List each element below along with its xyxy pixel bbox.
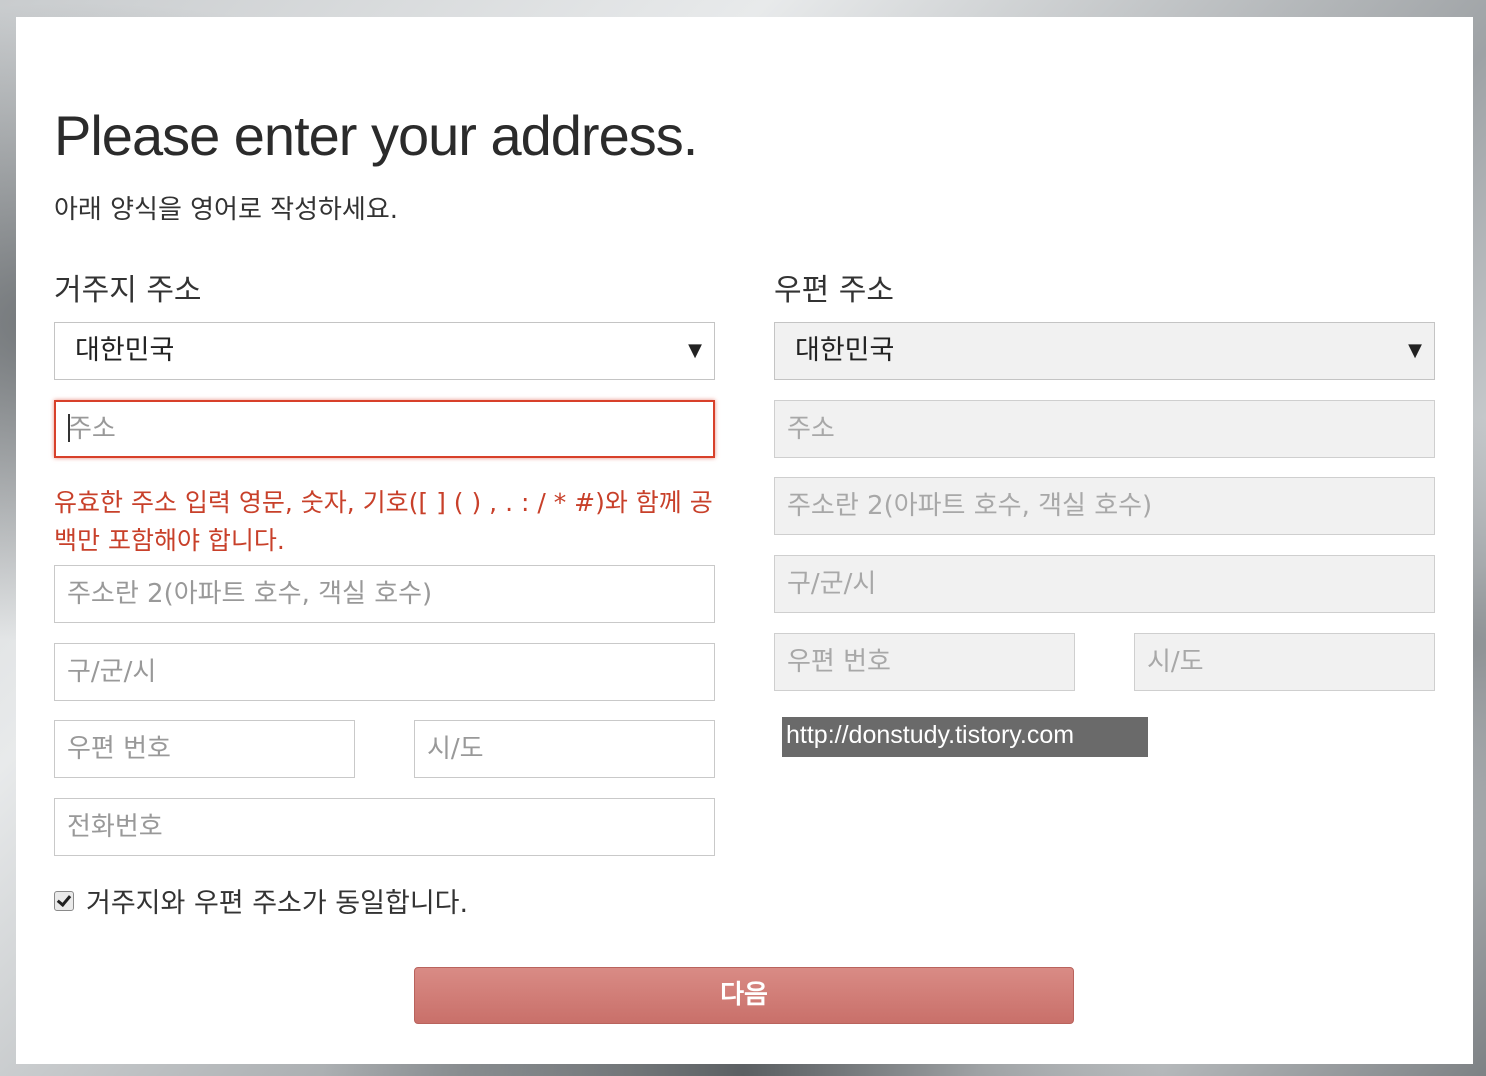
mailing-country-select[interactable]: 대한민국 ▼ [774,322,1435,380]
mailing-heading: 우편 주소 [774,273,894,308]
address-error-message: 유효한 주소 입력 영문, 숫자, 기호([ ] ( ) , . : / * #… [54,488,713,555]
mailing-city-input[interactable]: 구/군/시 [774,555,1435,613]
same-address-row[interactable]: 거주지와 우편 주소가 동일합니다. [54,881,468,920]
same-address-checkbox[interactable] [54,890,74,911]
residence-country-value: 대한민국 [75,335,175,366]
chevron-down-icon: ▼ [688,340,702,361]
mailing-country-value: 대한민국 [795,335,895,366]
address-form-card: Please enter your address. 아래 양식을 영어로 작성… [16,17,1473,1064]
mailing-address2-input[interactable]: 주소란 2(아파트 호수, 객실 호수) [774,477,1435,535]
chevron-down-icon: ▼ [1408,340,1422,361]
residence-city-input[interactable]: 구/군/시 [54,643,715,701]
watermark-url: http://donstudy.tistory.com [782,717,1148,757]
mailing-address-placeholder: 주소 [787,414,835,444]
residence-postal-input[interactable]: 우편 번호 [54,720,355,778]
residence-city-placeholder: 구/군/시 [67,657,157,687]
residence-heading: 거주지 주소 [54,273,202,308]
residence-address2-placeholder: 주소란 2(아파트 호수, 객실 호수) [67,579,433,609]
residence-country-select[interactable]: 대한민국 ▼ [54,322,715,380]
same-address-label: 거주지와 우편 주소가 동일합니다. [86,888,469,919]
mailing-state-placeholder: 시/도 [1147,647,1204,677]
residence-state-placeholder: 시/도 [427,734,484,764]
residence-address-input[interactable]: 주소 [54,400,715,458]
next-button[interactable]: 다음 [414,967,1074,1024]
mailing-postal-input[interactable]: 우편 번호 [774,633,1075,691]
page-title: Please enter your address. [54,104,698,167]
mailing-postal-placeholder: 우편 번호 [787,647,891,677]
mailing-state-input[interactable]: 시/도 [1134,633,1435,691]
residence-address-placeholder: 주소 [68,414,116,444]
page-subtitle: 아래 양식을 영어로 작성하세요. [54,195,399,225]
residence-address2-input[interactable]: 주소란 2(아파트 호수, 객실 호수) [54,565,715,623]
mailing-address-input[interactable]: 주소 [774,400,1435,458]
phone-placeholder: 전화번호 [67,812,163,842]
residence-postal-placeholder: 우편 번호 [67,734,171,764]
phone-input[interactable]: 전화번호 [54,798,715,856]
mailing-city-placeholder: 구/군/시 [787,569,877,599]
text-cursor [68,413,70,442]
residence-state-input[interactable]: 시/도 [414,720,715,778]
mailing-address2-placeholder: 주소란 2(아파트 호수, 객실 호수) [787,491,1153,521]
